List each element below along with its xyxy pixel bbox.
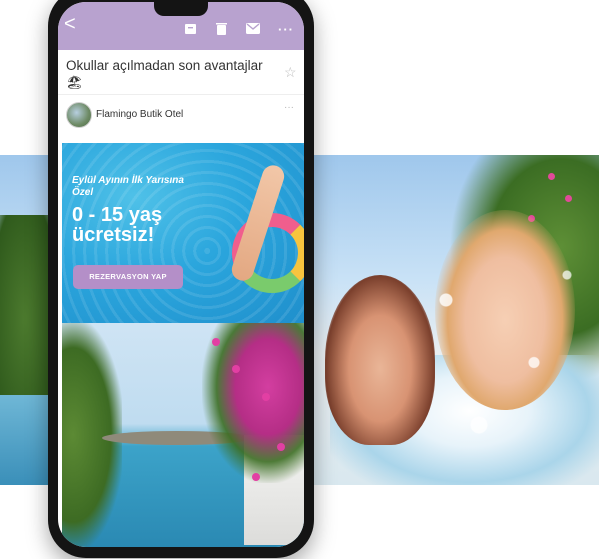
sender-avatar [66,102,92,128]
back-icon[interactable]: < [64,14,76,34]
pink-flower [212,338,220,346]
promo-banner: Eylül Ayının İlk Yarısına Özel 0 - 15 ya… [62,143,304,323]
pink-flower [252,473,260,481]
phone-frame: < ··· Okullar açılmadan son avantajlar 🏖… [48,0,314,558]
reservation-button[interactable]: REZERVASYON YAP [73,265,183,289]
mail-icon[interactable] [246,22,260,38]
more-icon[interactable]: ··· [278,22,294,38]
pink-flower [232,365,240,373]
star-icon[interactable]: ☆ [284,64,297,81]
phone-screen: < ··· Okullar açılmadan son avantajlar 🏖… [58,2,304,547]
background-flower [548,173,555,180]
bougainvillea [202,323,304,483]
coast-photo [62,323,304,547]
pink-flower [262,393,270,401]
divider [58,94,304,95]
phone-notch [154,2,208,16]
banner-subheading: Eylül Ayının İlk Yarısına Özel [72,175,184,198]
background-splash [380,225,599,475]
sender-more-icon[interactable]: ··· [284,102,294,113]
banner-heading: 0 - 15 yaş ücretsiz! [72,204,163,246]
sender-name: Flamingo Butik Otel [96,109,184,120]
pink-flower [277,443,285,451]
archive-icon[interactable] [184,22,197,39]
email-subject: Okullar açılmadan son avantajlar 🏖 [66,58,263,90]
trash-icon[interactable] [216,22,227,39]
background-flower [565,195,572,202]
